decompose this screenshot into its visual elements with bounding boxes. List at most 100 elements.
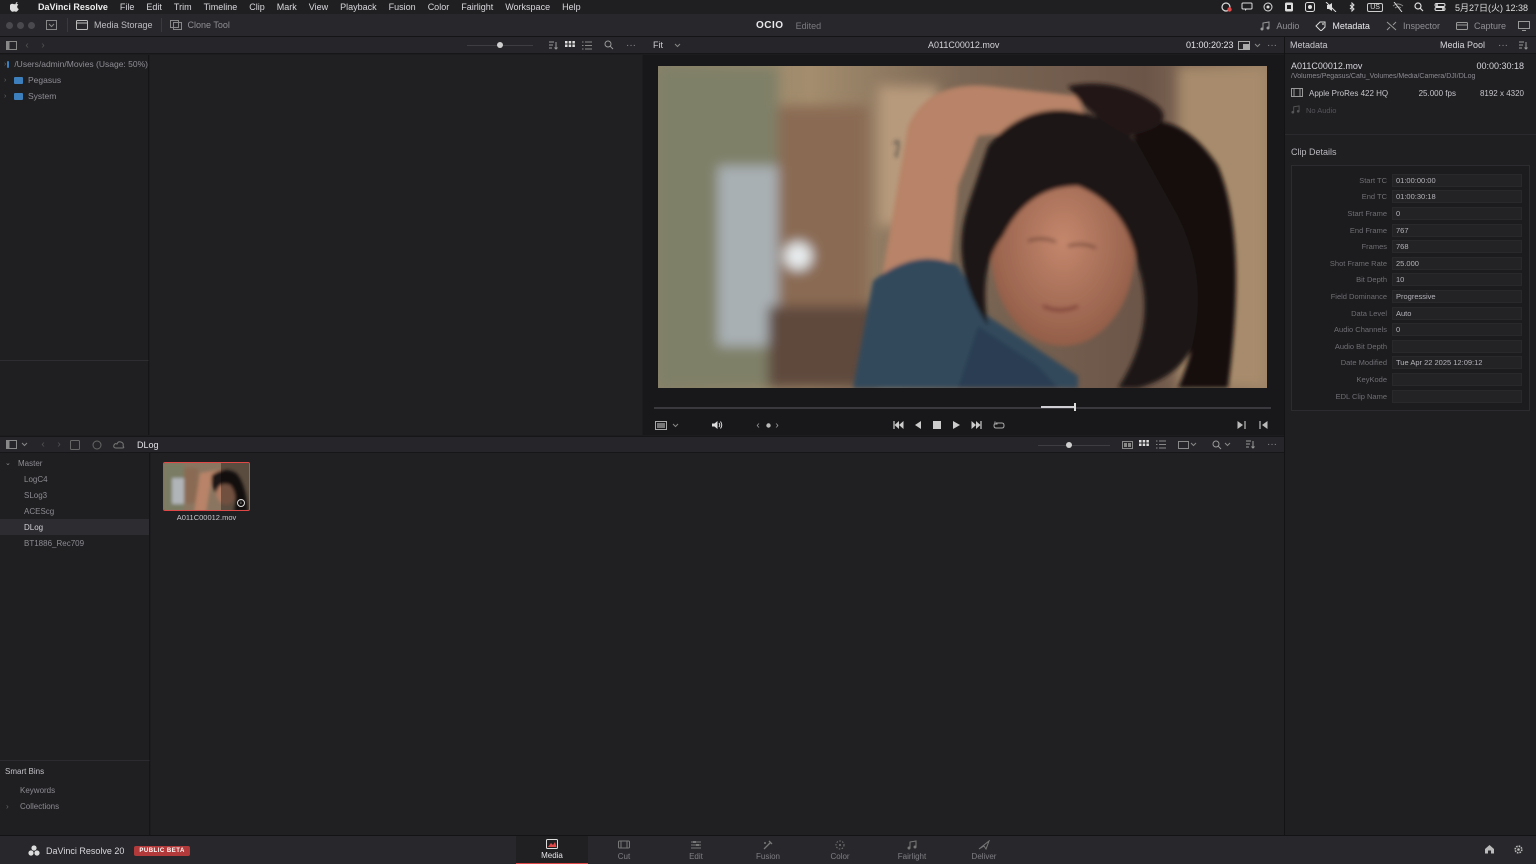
list-view-icon[interactable]: [579, 37, 595, 53]
metadata-value-field[interactable]: 01:00:00:00: [1392, 173, 1522, 187]
clock[interactable]: 5月27日(火) 12:38: [1455, 1, 1528, 14]
metadata-value-field[interactable]: 0: [1392, 206, 1522, 220]
match-frame-icon[interactable]: [1233, 416, 1249, 434]
chevron-down-icon[interactable]: [669, 416, 681, 434]
media-pool-tab[interactable]: Media Pool: [1440, 40, 1485, 50]
metadata-panel-button[interactable]: Metadata: [1307, 14, 1378, 37]
gear-icon[interactable]: [1513, 844, 1524, 858]
menu-mark[interactable]: Mark: [271, 2, 303, 12]
page-tab-fairlight[interactable]: Fairlight: [876, 836, 948, 864]
menu-app-name[interactable]: DaVinci Resolve: [32, 2, 114, 12]
media-pool-grid[interactable]: [151, 453, 1284, 835]
menu-trim[interactable]: Trim: [168, 2, 198, 12]
metadata-value-field[interactable]: 767: [1392, 223, 1522, 237]
minimize-window-button[interactable]: [17, 21, 24, 29]
message-icon[interactable]: [1241, 2, 1253, 12]
metadata-value-field[interactable]: Tue Apr 22 2025 12:09:12: [1392, 356, 1522, 370]
bin-item[interactable]: BT1886_Rec709: [0, 535, 149, 551]
more-options-icon[interactable]: ···: [623, 37, 639, 53]
more-options-icon[interactable]: ···: [1264, 437, 1280, 453]
storage-browser[interactable]: [150, 55, 642, 435]
clip-details-title[interactable]: Clip Details: [1285, 134, 1536, 165]
app-icon[interactable]: [1283, 2, 1295, 12]
clip-info-icon[interactable]: ⅰ: [237, 499, 245, 507]
chevron-down-icon[interactable]: [19, 437, 29, 453]
search-icon[interactable]: [601, 37, 617, 53]
stop-icon[interactable]: [930, 416, 944, 434]
record-icon[interactable]: [1304, 2, 1316, 12]
chevron-down-icon[interactable]: [1249, 37, 1265, 53]
sync-icon[interactable]: [1262, 2, 1274, 12]
menu-edit[interactable]: Edit: [140, 2, 168, 12]
metadata-value-field[interactable]: [1392, 372, 1522, 386]
zoom-window-button[interactable]: [28, 21, 35, 29]
menu-clip[interactable]: Clip: [243, 2, 271, 12]
expand-arrow-icon[interactable]: ›: [4, 93, 14, 100]
clone-tool-button[interactable]: Clone Tool: [162, 14, 238, 37]
audio-panel-button[interactable]: Audio: [1252, 14, 1307, 37]
menu-playback[interactable]: Playback: [334, 2, 383, 12]
page-tab-edit[interactable]: Edit: [660, 836, 732, 864]
clip-thumbnail[interactable]: ⅰ: [163, 462, 250, 511]
metadata-value-field[interactable]: 01:00:30:18: [1392, 190, 1522, 204]
bin-item[interactable]: SLog3: [0, 487, 149, 503]
wifi-off-icon[interactable]: [1392, 1, 1404, 13]
grid-view-icon[interactable]: [562, 37, 578, 53]
pool-thumbnail-slider[interactable]: [1038, 445, 1110, 446]
chevron-down-icon[interactable]: [669, 37, 685, 53]
forward-arrow-icon[interactable]: ›: [35, 37, 51, 53]
apple-icon[interactable]: [10, 2, 24, 12]
chevron-down-icon[interactable]: [1222, 437, 1232, 453]
loop-icon[interactable]: [991, 416, 1007, 434]
page-tab-color[interactable]: Color: [804, 836, 876, 864]
back-arrow-icon[interactable]: ‹: [35, 437, 51, 453]
menu-view[interactable]: View: [303, 2, 334, 12]
metadata-value-field[interactable]: 25.000: [1392, 256, 1522, 270]
expand-arrow-icon[interactable]: ›: [4, 77, 14, 84]
volume-icon[interactable]: [709, 416, 725, 434]
back-arrow-icon[interactable]: ‹: [19, 37, 35, 53]
capture-panel-button[interactable]: Capture: [1448, 14, 1514, 37]
menu-timeline[interactable]: Timeline: [198, 2, 244, 12]
search-icon[interactable]: [1413, 2, 1425, 12]
menu-workspace[interactable]: Workspace: [499, 2, 556, 12]
metadata-value-field[interactable]: [1392, 339, 1522, 353]
page-tab-cut[interactable]: Cut: [588, 836, 660, 864]
metadata-value-field[interactable]: [1392, 389, 1522, 403]
play-reverse-icon[interactable]: [911, 416, 925, 434]
sidebar-toggle-icon[interactable]: [3, 437, 19, 453]
next-marker-icon[interactable]: ›: [772, 416, 782, 434]
sort-icon[interactable]: [1515, 37, 1531, 53]
home-icon[interactable]: [1484, 844, 1495, 857]
sort-icon[interactable]: [1242, 437, 1258, 453]
bin-item[interactable]: ACEScg: [0, 503, 149, 519]
new-bin-icon[interactable]: [67, 437, 83, 453]
control-center-icon[interactable]: [1434, 2, 1446, 12]
filmstrip-view-icon[interactable]: [1119, 437, 1135, 453]
storage-item[interactable]: › System: [0, 88, 148, 104]
thumbnail-size-slider-handle[interactable]: [497, 42, 503, 48]
metadata-value-field[interactable]: 768: [1392, 240, 1522, 254]
menu-fairlight[interactable]: Fairlight: [455, 2, 499, 12]
metadata-value-field[interactable]: 10: [1392, 273, 1522, 287]
metadata-value-field[interactable]: Auto: [1392, 306, 1522, 320]
fullscreen-icon[interactable]: [1516, 18, 1532, 34]
playhead[interactable]: [1074, 403, 1076, 411]
bin-item-master[interactable]: ⌄ Master: [0, 455, 149, 471]
sidebar-toggle-icon[interactable]: [3, 37, 19, 53]
go-to-end-icon[interactable]: [968, 416, 984, 434]
smart-bin-keywords[interactable]: Keywords: [0, 782, 149, 798]
menu-color[interactable]: Color: [422, 2, 456, 12]
bluetooth-icon[interactable]: [1346, 1, 1358, 13]
scrub-bar[interactable]: [654, 407, 1271, 409]
panel-dropdown-icon[interactable]: [43, 17, 59, 33]
page-tab-deliver[interactable]: Deliver: [948, 836, 1020, 864]
grid-view-icon[interactable]: [1136, 437, 1152, 453]
close-window-button[interactable]: [6, 21, 13, 29]
chevron-down-icon[interactable]: ⌄: [5, 459, 18, 467]
metadata-value-field[interactable]: Progressive: [1392, 289, 1522, 303]
chevron-down-icon[interactable]: [1188, 437, 1198, 453]
list-view-icon[interactable]: [1153, 437, 1169, 453]
pool-thumbnail-slider-handle[interactable]: [1066, 442, 1072, 448]
storage-item[interactable]: ›/Users/admin/Movies (Usage: 50%): [0, 56, 148, 72]
